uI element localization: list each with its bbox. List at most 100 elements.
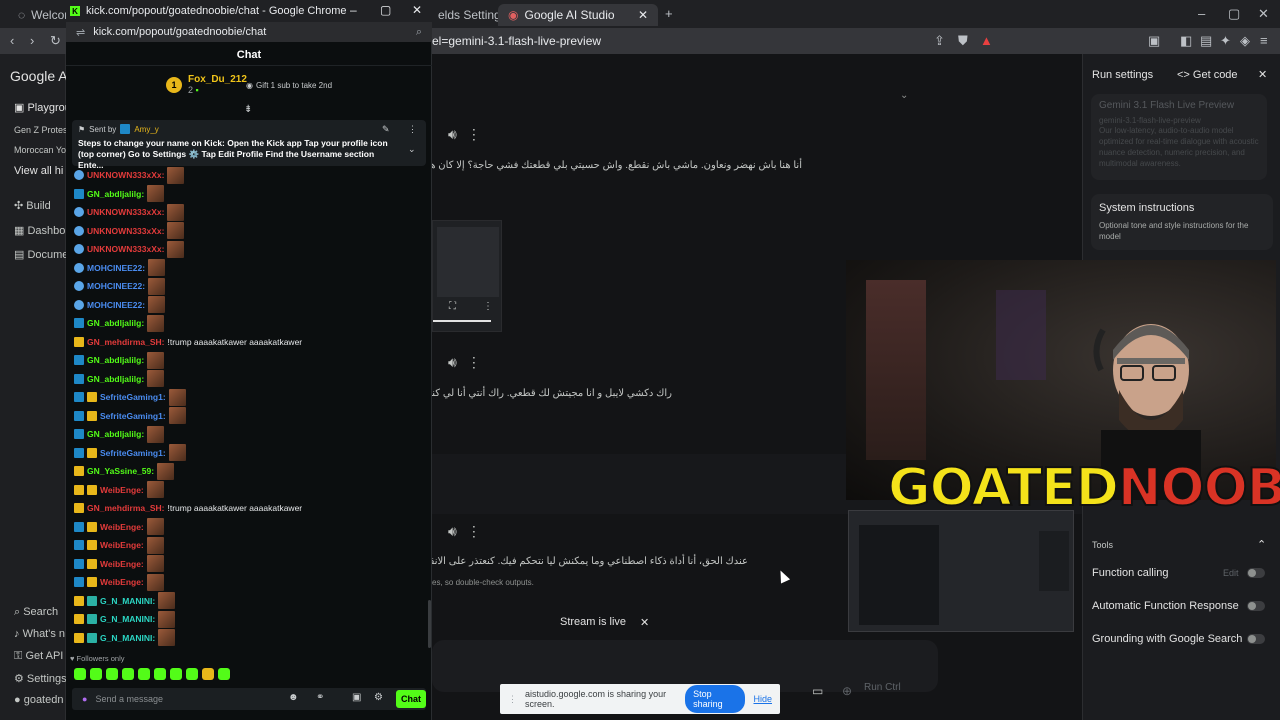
chat-message[interactable]: MOHCINEE22: [74, 277, 424, 296]
chat-send-button[interactable]: Chat [396, 690, 426, 708]
chat-username[interactable]: GN_abdljalilg: [87, 429, 144, 439]
chat-message[interactable]: WeibEnge: [74, 518, 424, 537]
chat-username[interactable]: UNKNOWN333xXx: [87, 244, 164, 254]
chat-message[interactable]: G_N_MANINI: [74, 610, 424, 629]
more-options-icon[interactable]: ⋮ [467, 126, 481, 143]
system-instructions-card[interactable]: System instructions Optional tone and st… [1091, 194, 1273, 250]
hide-link[interactable]: Hide [753, 694, 772, 704]
close-tab-icon[interactable]: ✕ [638, 8, 648, 22]
screen-share-icon[interactable]: ▭ [812, 684, 823, 698]
quick-emote[interactable] [138, 668, 150, 680]
video-more-icon[interactable]: ⋮ [483, 301, 493, 312]
wallet-icon[interactable]: ▤ [1200, 33, 1212, 49]
chat-message[interactable]: SefriteGaming1: [74, 388, 424, 407]
chevron-down-icon[interactable]: ⌄ [408, 144, 416, 155]
quick-emote[interactable] [74, 668, 86, 680]
nav-build[interactable]: ✣ Build [14, 199, 51, 212]
chat-message[interactable]: UNKNOWN333xXx: [74, 166, 424, 185]
chat-username[interactable]: WeibEnge: [100, 485, 144, 495]
quick-emote[interactable] [202, 668, 214, 680]
chat-username[interactable]: GN_abdljalilg: [87, 355, 144, 365]
chat-settings-gear-icon[interactable]: ⚙ [374, 692, 383, 703]
nav-account[interactable]: ● goatedn [14, 694, 63, 706]
chat-message[interactable]: G_N_MANINI: [74, 592, 424, 611]
chat-username[interactable]: MOHCINEE22: [87, 281, 145, 291]
microphone-icon[interactable]: ● [82, 694, 87, 704]
screen-icon[interactable]: ▣ [1148, 33, 1160, 49]
popup-url[interactable]: kick.com/popout/goatednoobie/chat [93, 26, 266, 38]
chat-message[interactable]: WeibEnge: [74, 481, 424, 500]
chat-message[interactable]: SefriteGaming1: [74, 444, 424, 463]
volume-icon[interactable]: 🔊︎ [448, 354, 457, 371]
chat-username[interactable]: MOHCINEE22: [87, 263, 145, 273]
nav-dashboard[interactable]: ▦ Dashbo [14, 224, 65, 237]
chat-username[interactable]: SefriteGaming1: [100, 448, 166, 458]
chevron-down-icon[interactable]: ⌄ [900, 90, 908, 101]
function-edit-link[interactable]: Edit [1223, 568, 1239, 578]
tab-ai-studio[interactable]: ◉ Google AI Studio ✕ [498, 4, 658, 26]
expand-leaderboard-icon[interactable]: ⇟ [244, 104, 252, 115]
extension-icon[interactable]: ✦ [1220, 33, 1231, 49]
nav-documentation[interactable]: ▤ Docume [14, 248, 68, 261]
nav-whats-new[interactable]: ♪ What's n [14, 628, 65, 640]
chat-username[interactable]: WeibEnge: [100, 522, 144, 532]
fullscreen-icon[interactable]: ⛶ [449, 301, 456, 312]
drag-handle-icon[interactable]: ⋮ [508, 694, 517, 705]
pinned-message[interactable]: ⚑ Sent by Amy_y Steps to change your nam… [72, 120, 426, 170]
gift-box-icon[interactable]: ▣ [352, 692, 361, 703]
chat-username[interactable]: MOHCINEE22: [87, 300, 145, 310]
chat-username[interactable]: SefriteGaming1: [100, 392, 166, 402]
vpn-icon[interactable]: ◈ [1240, 33, 1250, 49]
quick-emote[interactable] [186, 668, 198, 680]
video-thumbnail[interactable]: ⛶ ⋮ [432, 220, 502, 332]
chat-message[interactable]: SefriteGaming1: [74, 407, 424, 426]
unpin-icon[interactable]: ✎ [382, 124, 390, 135]
pin-more-icon[interactable]: ⋮ [408, 124, 417, 135]
function-calling-toggle[interactable] [1247, 568, 1265, 578]
close-panel-icon[interactable]: ✕ [1258, 68, 1267, 81]
chat-username[interactable]: GN_mehdirma_SH: [87, 337, 164, 347]
chat-message[interactable]: GN_abdljalilg: [74, 314, 424, 333]
chat-message[interactable]: UNKNOWN333xXx: [74, 222, 424, 241]
back-icon[interactable]: ‹ [10, 33, 14, 48]
nav-history-2[interactable]: Moroccan You [14, 145, 71, 155]
quick-emote[interactable] [154, 668, 166, 680]
chat-message[interactable]: WeibEnge: [74, 573, 424, 592]
nav-playground[interactable]: ▣ Playgrou [14, 101, 71, 114]
nav-view-all-history[interactable]: View all hi [14, 165, 63, 177]
reload-icon[interactable]: ↻ [50, 33, 61, 49]
chat-message[interactable]: UNKNOWN333xXx: [74, 203, 424, 222]
chat-username[interactable]: GN_YaSsine_59: [87, 466, 154, 476]
chat-username[interactable]: G_N_MANINI: [100, 596, 155, 606]
quick-emote[interactable] [106, 668, 118, 680]
chat-message[interactable]: GN_abdljalilg: [74, 185, 424, 204]
nav-settings[interactable]: ⚙ Settings [14, 672, 67, 685]
chat-username[interactable]: WeibEnge: [100, 559, 144, 569]
quick-emote[interactable] [170, 668, 182, 680]
chat-message[interactable]: GN_mehdirma_SH: !trump aaaakatkawer aaaak… [74, 333, 424, 352]
video-progress[interactable] [433, 320, 491, 322]
studio-logo[interactable]: Google AI [10, 68, 72, 84]
chat-message[interactable]: MOHCINEE22: [74, 296, 424, 315]
quick-emote[interactable] [122, 668, 134, 680]
close-window-icon[interactable]: ✕ [1258, 6, 1269, 22]
chevron-up-icon[interactable]: ⌃ [1257, 538, 1266, 551]
more-options-icon[interactable]: ⋮ [467, 523, 481, 540]
menu-icon[interactable]: ≡ [1260, 33, 1268, 48]
nav-get-api-key[interactable]: ⚿ Get API [14, 650, 63, 663]
chat-username[interactable]: SefriteGaming1: [100, 411, 166, 421]
run-button[interactable]: Run Ctrl [864, 682, 901, 693]
gift-leaderboard[interactable]: 1 Fox_Du_212 2 ▪ [166, 74, 247, 95]
quick-emote[interactable] [218, 668, 230, 680]
chat-shortcuts-icon[interactable]: ⚭ [316, 692, 324, 703]
minimize-icon[interactable]: – [350, 3, 357, 17]
maximize-icon[interactable]: ▢ [1228, 6, 1240, 22]
maximize-icon[interactable]: ▢ [380, 3, 391, 17]
chat-username[interactable]: GN_abdljalilg: [87, 374, 144, 384]
volume-icon[interactable]: 🔊︎ [448, 523, 457, 540]
chat-message[interactable]: GN_abdljalilg: [74, 370, 424, 389]
sidebar-icon[interactable]: ◧ [1180, 33, 1192, 49]
chat-scrollbar[interactable] [428, 600, 431, 648]
address-url[interactable]: el=gemini-3.1-flash-live-preview [432, 34, 601, 48]
chat-message[interactable]: GN_abdljalilg: [74, 425, 424, 444]
